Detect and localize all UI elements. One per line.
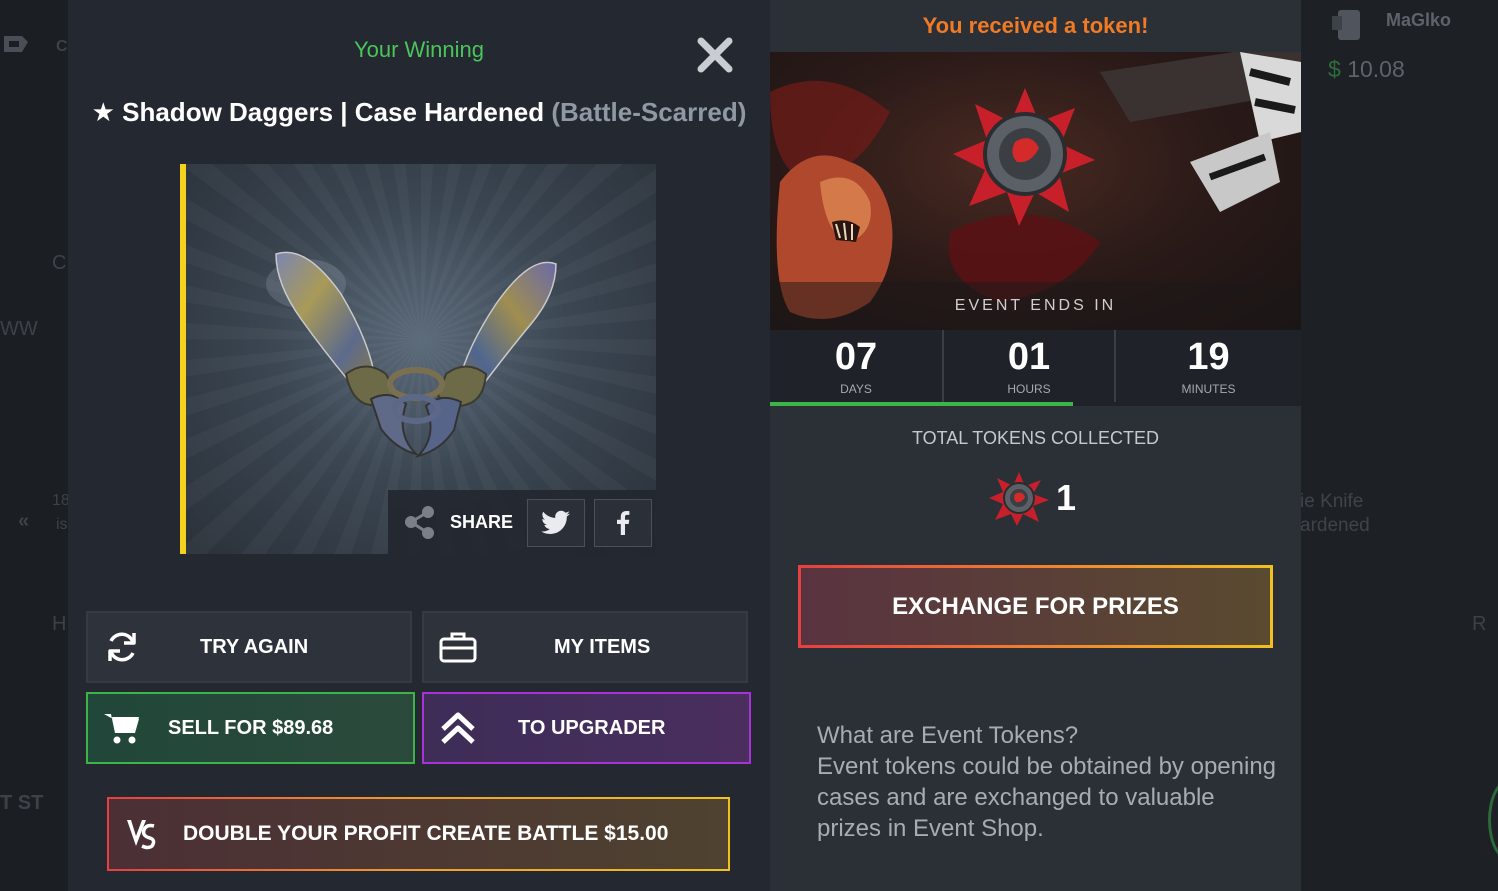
event-tokens-faq: What are Event Tokens? Event tokens coul…: [817, 720, 1277, 844]
close-icon: [697, 37, 733, 73]
countdown-days-value: 07: [834, 336, 878, 378]
countdown-progress-bar: [770, 402, 1301, 406]
background-text: T ST: [0, 792, 44, 814]
my-items-button[interactable]: MY ITEMS: [422, 611, 748, 683]
my-items-label: MY ITEMS: [554, 635, 651, 658]
item-name: ★ Shadow Daggers | Case Hardened (Battle…: [68, 97, 770, 128]
chevron-left-icon: «: [18, 510, 30, 532]
background-item-line: ardened: [1300, 515, 1370, 536]
exchange-for-prizes-button[interactable]: EXCHANGE FOR PRIZES: [798, 565, 1273, 648]
upgrader-label: TO UPGRADER: [518, 716, 666, 739]
close-button[interactable]: [696, 36, 734, 74]
background-right-panel: R: [1300, 0, 1498, 891]
faq-answer: Event tokens could be obtained by openin…: [817, 753, 1277, 842]
background-text: is: [56, 516, 68, 533]
background-text: WW: [0, 318, 38, 340]
countdown-hours: 01 HOURS: [942, 330, 1114, 406]
refresh-icon: [102, 627, 142, 667]
twitter-share-button[interactable]: [527, 499, 585, 547]
user-name[interactable]: MaGlko: [1386, 10, 1451, 31]
briefcase-icon: [438, 627, 478, 667]
background-left-strip: [0, 0, 70, 891]
countdown-minutes-value: 19: [1187, 336, 1230, 378]
sell-label: SELL FOR $89.68: [168, 716, 334, 739]
vs-icon: [121, 814, 161, 854]
create-battle-button[interactable]: DOUBLE YOUR PROFIT CREATE BATTLE $15.00: [107, 797, 730, 871]
chevrons-up-icon: [438, 708, 478, 748]
site-logo: [2, 32, 30, 58]
background-text: C: [56, 38, 68, 55]
winning-title: Your Winning: [353, 37, 485, 62]
facebook-share-button[interactable]: [594, 499, 652, 547]
countdown-hours-unit: HOURS: [1007, 382, 1051, 396]
tokens-collected: 1: [984, 470, 1076, 526]
token-title: You received a token!: [922, 13, 1149, 38]
event-banner: EVENT ENDS IN: [770, 52, 1301, 330]
try-again-button[interactable]: TRY AGAIN: [86, 611, 412, 683]
tokens-collected-label: TOTAL TOKENS COLLECTED: [911, 428, 1160, 448]
user-avatar[interactable]: [1330, 6, 1370, 44]
share-label: SHARE: [450, 512, 514, 532]
countdown-days-unit: DAYS: [840, 382, 872, 396]
create-battle-label: DOUBLE YOUR PROFIT CREATE BATTLE $15.00: [183, 822, 669, 845]
faq-question: What are Event Tokens?: [817, 722, 1079, 749]
background-item-name: ie Knife ardened: [1300, 490, 1370, 538]
balance-value: 10.08: [1347, 56, 1405, 82]
countdown-minutes-unit: MINUTES: [1181, 382, 1236, 396]
countdown-progress-fill: [770, 402, 1073, 406]
facebook-icon: [617, 511, 630, 535]
background-text: R: [1472, 613, 1487, 635]
event-token-icon: [989, 472, 1049, 526]
event-ends-label: EVENT ENDS IN: [954, 297, 1117, 314]
item-card: SHARE: [180, 164, 656, 554]
twitter-icon: [541, 510, 570, 534]
sell-button[interactable]: SELL FOR $89.68: [86, 692, 415, 764]
balance-currency: $: [1328, 56, 1341, 82]
countdown-hours-value: 01: [1007, 336, 1051, 378]
countdown-days: 07 DAYS: [770, 330, 942, 406]
user-balance: $ 10.08: [1328, 56, 1405, 83]
event-countdown: 07 DAYS 01 HOURS 19 MINUTES: [770, 330, 1301, 406]
countdown-minutes: 19 MINUTES: [1114, 330, 1301, 406]
background-item-line: ie Knife: [1300, 491, 1364, 512]
item-title: ★ Shadow Daggers | Case Hardened: [91, 97, 545, 127]
share-icon: [405, 506, 434, 539]
token-modal: You received a token! EVENT ENDS IN 07 D…: [770, 0, 1301, 891]
background-text: H: [52, 613, 67, 635]
event-banner-image: [770, 52, 1301, 330]
winning-modal: Your Winning ★ Shadow Daggers | Case Har…: [68, 0, 770, 891]
cart-icon: [102, 708, 142, 748]
exchange-label: EXCHANGE FOR PRIZES: [892, 592, 1179, 620]
share-bar: SHARE: [388, 490, 656, 554]
try-again-label: TRY AGAIN: [200, 635, 309, 658]
background-text: C: [52, 252, 67, 274]
upgrader-button[interactable]: TO UPGRADER: [422, 692, 751, 764]
item-condition: (Battle-Scarred): [551, 97, 747, 127]
shadow-daggers-image: [266, 251, 557, 458]
tokens-count: 1: [1056, 477, 1077, 518]
